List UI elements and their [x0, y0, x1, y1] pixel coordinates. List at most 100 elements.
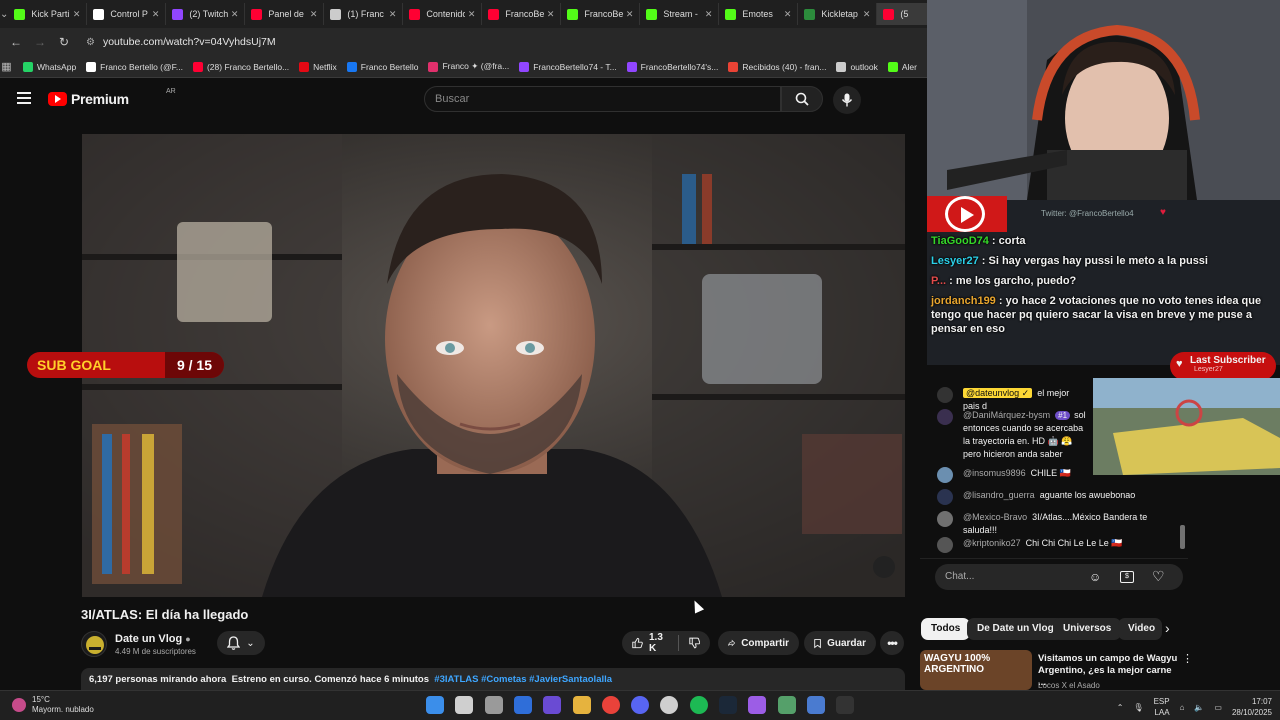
app-icon[interactable]: [543, 696, 562, 714]
chat-message[interactable]: @DaniMárquez-bysm #1 sol entonces cuando s…: [937, 409, 1087, 461]
task-view-icon[interactable]: [484, 696, 503, 714]
steam-icon[interactable]: [719, 696, 737, 714]
close-tab-icon[interactable]: ✕: [863, 9, 871, 20]
search-icon[interactable]: [455, 696, 474, 714]
chat-author[interactable]: @lisandro_guerra: [963, 490, 1035, 500]
chat-avatar[interactable]: [937, 387, 953, 403]
microphone-tray-icon[interactable]: 🎙: [1133, 703, 1143, 712]
save-button[interactable]: Guardar: [804, 631, 876, 655]
spotify-icon[interactable]: [689, 696, 708, 714]
store-icon[interactable]: [513, 696, 532, 714]
channel-info[interactable]: Date un Vlog ● 4.49 M de suscriptores: [81, 630, 196, 658]
network-icon[interactable]: ⌂: [1180, 703, 1185, 712]
weather-widget[interactable]: 15°C Mayorm. nublado: [12, 695, 94, 715]
video-description[interactable]: 6,197 personas mirando ahora Estreno en …: [81, 668, 905, 690]
chat-avatar[interactable]: [937, 511, 953, 527]
bookmark-item[interactable]: FrancoBertello74 - T...: [519, 61, 617, 72]
app-icon[interactable]: [777, 696, 796, 714]
filter-chip[interactable]: Video: [1118, 618, 1162, 640]
bookmark-item[interactable]: FrancoBertello74's...: [626, 61, 718, 72]
browser-tab[interactable]: Contenido ✕: [403, 3, 483, 25]
channel-avatar[interactable]: [81, 631, 107, 657]
epic-games-icon[interactable]: [836, 696, 855, 714]
super-chat-icon[interactable]: $: [1120, 571, 1134, 583]
like-button[interactable]: 1.3 K: [632, 632, 668, 654]
browser-tab[interactable]: FrancoBe ✕: [561, 3, 641, 25]
close-tab-icon[interactable]: ✕: [73, 9, 81, 20]
chevron-right-icon[interactable]: ›: [1165, 620, 1170, 636]
discord-icon[interactable]: [631, 696, 650, 714]
chat-author[interactable]: @Mexico-Bravo: [963, 512, 1027, 522]
close-tab-icon[interactable]: ✕: [468, 9, 476, 20]
close-tab-icon[interactable]: ✕: [310, 9, 318, 20]
hashtags[interactable]: #3IATLAS #Cometas #JavierSantaolalla: [434, 674, 612, 685]
address-bar[interactable]: ⚙ youtube.com/watch?v=04VyhdsUj7M: [86, 31, 927, 53]
bookmark-item[interactable]: Aler: [887, 61, 917, 72]
forward-icon[interactable]: →: [28, 35, 52, 49]
browser-tab[interactable]: Control P ✕: [87, 3, 167, 25]
reload-icon[interactable]: ↻: [52, 35, 76, 49]
filter-chip[interactable]: Universos: [1053, 618, 1122, 640]
chat-message[interactable]: @kriptoniko27 Chi Chi Chi Le Le Le 🇨🇱: [937, 537, 1177, 553]
browser-tab[interactable]: Kick Parti ✕: [8, 3, 88, 25]
filter-chip[interactable]: De Date un Vlog: [967, 618, 1064, 640]
browser-tab[interactable]: FrancoBe ✕: [482, 3, 562, 25]
share-button[interactable]: Compartir: [718, 631, 799, 655]
chat-avatar[interactable]: [937, 489, 953, 505]
chat-author[interactable]: @insomus9896: [963, 468, 1026, 478]
subscription-bell-button[interactable]: ⌄: [217, 631, 265, 655]
app-icon[interactable]: [806, 696, 825, 714]
browser-tab[interactable]: Kickletap ✕: [798, 3, 878, 25]
close-tab-icon[interactable]: ✕: [152, 9, 160, 20]
recommended-thumbnail[interactable]: WAGYU 100% ARGENTINO: [920, 650, 1032, 690]
battery-icon[interactable]: ▭: [1214, 703, 1222, 712]
browser-tab[interactable]: Stream - ✕: [640, 3, 720, 25]
chat-scrollbar[interactable]: [1180, 525, 1185, 549]
browser-tab[interactable]: (1) Franc ✕: [324, 3, 404, 25]
apps-grid-icon[interactable]: ▦: [0, 60, 13, 73]
close-tab-icon[interactable]: ✕: [389, 9, 397, 20]
filter-chip[interactable]: Todos: [921, 618, 971, 640]
app-icon[interactable]: [748, 696, 767, 714]
voice-search-button[interactable]: [833, 86, 861, 114]
recommended-video[interactable]: WAGYU 100% ARGENTINO Visitamos un campo …: [920, 650, 1280, 690]
bookmark-item[interactable]: WhatsApp: [22, 61, 76, 72]
volume-icon[interactable]: 🔈: [1194, 703, 1204, 712]
browser-tab[interactable]: (5✕: [877, 3, 927, 25]
close-tab-icon[interactable]: ✕: [705, 9, 713, 20]
tray-overflow-icon[interactable]: ⌃: [1117, 703, 1124, 712]
bookmark-item[interactable]: Netflix: [299, 61, 337, 72]
youtube-logo[interactable]: Premium AR: [48, 88, 176, 107]
heart-outline-icon[interactable]: ♡: [1152, 568, 1165, 585]
channel-name[interactable]: Date un Vlog: [115, 633, 182, 645]
language-indicator[interactable]: ESP LAA: [1154, 696, 1170, 718]
bookmark-item[interactable]: Franco Bertello (@F...: [86, 61, 183, 72]
chat-avatar[interactable]: [937, 467, 953, 483]
close-tab-icon[interactable]: ✕: [547, 9, 555, 20]
browser-tab[interactable]: Panel de ✕: [245, 3, 325, 25]
chat-author[interactable]: @dateunvlog ✓: [963, 388, 1033, 398]
more-actions-button[interactable]: •••: [880, 631, 904, 655]
file-explorer-icon[interactable]: [572, 696, 591, 714]
close-tab-icon[interactable]: ✕: [231, 9, 239, 20]
obs-icon[interactable]: [660, 696, 679, 714]
bookmark-item[interactable]: (28) Franco Bertello...: [192, 61, 289, 72]
chrome-icon[interactable]: [601, 696, 620, 714]
search-input[interactable]: Buscar: [424, 86, 781, 112]
emoji-icon[interactable]: ☺: [1089, 570, 1101, 584]
close-tab-icon[interactable]: ✕: [626, 9, 634, 20]
bookmark-item[interactable]: outlook: [836, 61, 878, 72]
bookmark-item[interactable]: Recibidos (40) - fran...: [728, 61, 826, 72]
clock[interactable]: 17:07 28/10/2025: [1232, 696, 1272, 718]
menu-hamburger-icon[interactable]: [17, 92, 31, 104]
more-vert-icon[interactable]: ⋮: [1182, 652, 1193, 665]
thumbs-down-icon[interactable]: [688, 636, 700, 650]
chat-author[interactable]: @DaniMárquez-bysm: [963, 410, 1050, 420]
chat-avatar[interactable]: [937, 409, 953, 425]
search-button[interactable]: [781, 86, 823, 112]
site-info-icon[interactable]: ⚙: [86, 37, 95, 48]
tab-search-button[interactable]: ⌄: [0, 0, 8, 28]
browser-tab[interactable]: Emotes ✕: [719, 3, 799, 25]
chat-avatar[interactable]: [937, 537, 953, 553]
chat-message[interactable]: @Mexico-Bravo 3I/Atlas....México Bandera …: [937, 511, 1177, 537]
